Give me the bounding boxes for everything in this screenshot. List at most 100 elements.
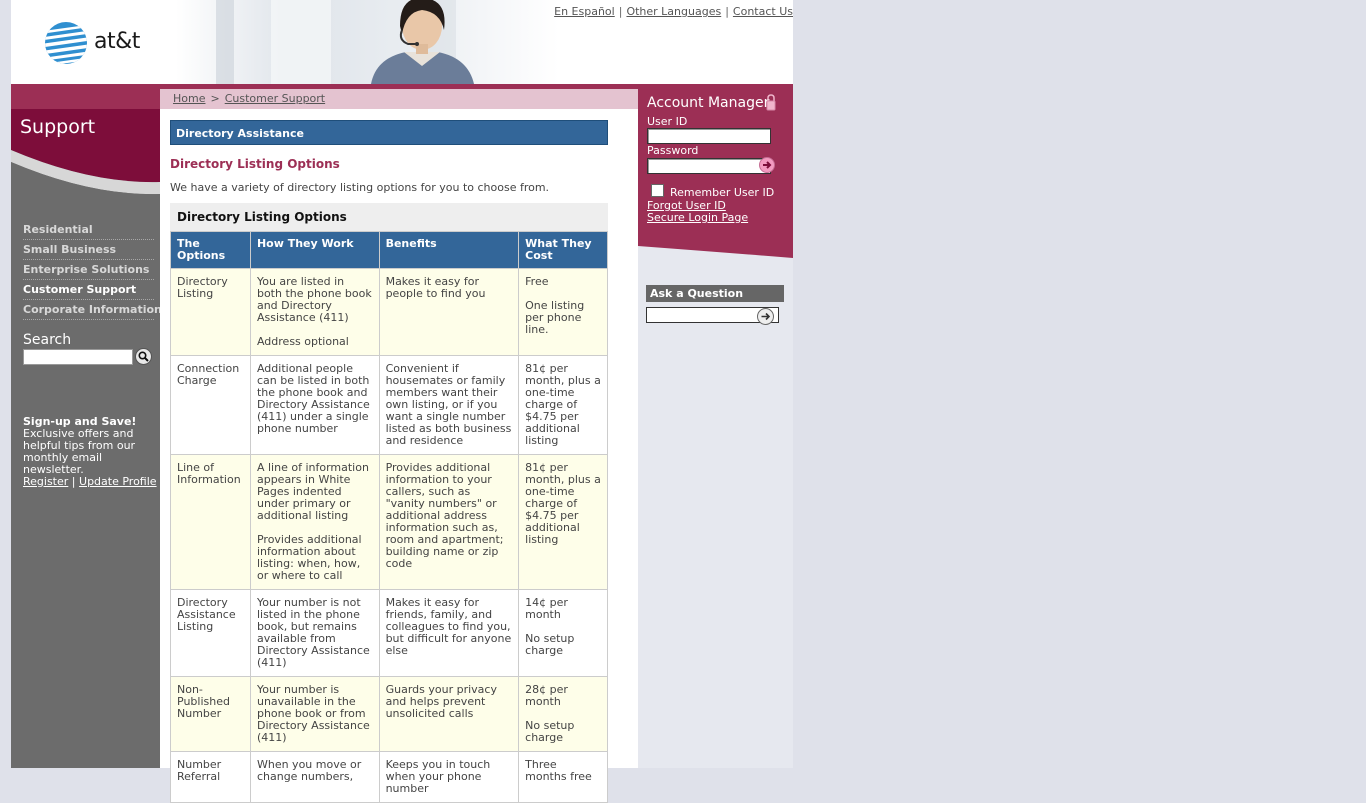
table-row: Connection Charge Additional people can … xyxy=(170,355,608,455)
lock-icon xyxy=(766,94,776,111)
cost-cell: Free One listing per phone line. xyxy=(518,268,608,356)
benefits-cell: Keeps you in touch when your phone numbe… xyxy=(378,751,520,803)
option-cell: Number Referral xyxy=(170,751,251,803)
nav-enterprise-solutions[interactable]: Enterprise Solutions xyxy=(23,260,154,280)
right-column: Account Manager User ID Password Remembe… xyxy=(638,84,793,768)
option-cell: Directory Assistance Listing xyxy=(170,589,251,677)
column-header: How They Work xyxy=(249,231,380,269)
update-profile-link[interactable]: Update Profile xyxy=(79,475,157,488)
logo-wordmark: at&t xyxy=(94,29,140,54)
intro-text: We have a variety of directory listing o… xyxy=(170,181,550,194)
login-go-button[interactable] xyxy=(759,157,775,173)
signup-text: Exclusive offers and helpful tips from o… xyxy=(23,427,136,476)
breadcrumb-bar: Home > Customer Support xyxy=(160,84,638,109)
breadcrumb-customer-support[interactable]: Customer Support xyxy=(225,92,325,105)
espanol-link[interactable]: En Español xyxy=(554,5,615,18)
magnifier-icon xyxy=(138,351,149,362)
page: at&t En Español | Other Languages | Cont… xyxy=(11,0,793,803)
user-id-input[interactable] xyxy=(647,128,771,144)
top-links: En Español | Other Languages | Contact Us xyxy=(554,5,793,18)
password-label: Password xyxy=(647,144,699,157)
nav-list: Residential Small Business Enterprise So… xyxy=(23,220,162,320)
nav-residential[interactable]: Residential xyxy=(23,220,154,240)
contact-us-link[interactable]: Contact Us xyxy=(733,5,793,18)
header: at&t En Español | Other Languages | Cont… xyxy=(11,0,793,84)
breadcrumb-home[interactable]: Home xyxy=(173,92,205,105)
column-header: What They Cost xyxy=(518,231,608,269)
search-button[interactable] xyxy=(135,348,152,365)
link-separator: | xyxy=(618,5,623,18)
how-cell: When you move or change numbers, xyxy=(249,751,380,803)
arrow-right-icon xyxy=(763,161,772,169)
benefits-cell: Convenient if housemates or family membe… xyxy=(378,355,520,455)
secure-login-link[interactable]: Secure Login Page xyxy=(647,211,748,224)
breadcrumb-separator: > xyxy=(210,92,220,105)
table-row: Line of Information A line of informatio… xyxy=(170,454,608,590)
support-title: Support xyxy=(20,116,96,138)
cell-text: No setup charge xyxy=(525,719,575,744)
ask-question-button[interactable] xyxy=(757,308,774,325)
listing-options-table-box: Directory Listing Options The Options Ho… xyxy=(170,203,608,803)
option-cell: Line of Information xyxy=(170,454,251,590)
cost-cell: 14¢ per month No setup charge xyxy=(518,589,608,677)
cell-text: A line of information appears in White P… xyxy=(256,461,369,522)
section-title-bar: Directory Assistance xyxy=(170,120,608,145)
option-cell: Directory Listing xyxy=(170,268,251,356)
support-header-graphic xyxy=(11,84,160,214)
user-id-label: User ID xyxy=(647,115,688,128)
ask-question-title: Ask a Question xyxy=(646,285,784,302)
how-cell: Your number is not listed in the phone b… xyxy=(249,589,380,677)
remember-user-checkbox[interactable] xyxy=(651,184,664,197)
table-row: Non-Published Number Your number is unav… xyxy=(170,676,608,752)
account-manager-curve xyxy=(638,236,793,260)
other-languages-link[interactable]: Other Languages xyxy=(626,5,721,18)
remember-user-label: Remember User ID xyxy=(670,186,775,199)
cell-text: Free xyxy=(525,275,549,288)
table-row: Directory Listing You are listed in both… xyxy=(170,268,608,356)
option-cell: Connection Charge xyxy=(170,355,251,455)
how-cell: A line of information appears in White P… xyxy=(249,454,380,590)
password-input[interactable] xyxy=(647,158,771,174)
cell-text: 14¢ per month xyxy=(525,596,568,621)
nav-corporate-information[interactable]: Corporate Information xyxy=(23,300,162,320)
left-nav: Support Residential Small Business Enter… xyxy=(11,84,162,768)
how-cell: Your number is unavailable in the phone … xyxy=(249,676,380,752)
listing-options-table: The Options How They Work Benefits What … xyxy=(170,231,608,803)
search-label: Search xyxy=(23,332,72,348)
nav-customer-support[interactable]: Customer Support xyxy=(23,280,154,300)
header-photo xyxy=(176,0,559,84)
att-globe-logo[interactable] xyxy=(44,21,88,65)
nav-small-business[interactable]: Small Business xyxy=(23,240,154,260)
how-cell: Additional people can be listed in both … xyxy=(249,355,380,455)
breadcrumb: Home > Customer Support xyxy=(160,89,638,109)
cell-text: One listing per phone line. xyxy=(525,299,585,336)
cost-cell: 81¢ per month, plus a one-time charge of… xyxy=(518,454,608,590)
page-heading: Directory Listing Options xyxy=(170,157,340,171)
account-manager: Account Manager User ID Password Remembe… xyxy=(638,84,793,260)
column-header: Benefits xyxy=(378,231,520,269)
option-cell: Non-Published Number xyxy=(170,676,251,752)
how-cell: You are listed in both the phone book an… xyxy=(249,268,380,356)
benefits-cell: Provides additional information to your … xyxy=(378,454,520,590)
link-separator: | xyxy=(725,5,729,18)
cell-text: Provides additional information about li… xyxy=(256,533,362,582)
signup-promo: Sign-up and Save! Exclusive offers and h… xyxy=(23,416,157,488)
register-link[interactable]: Register xyxy=(23,475,68,488)
cost-cell: 28¢ per month No setup charge xyxy=(518,676,608,752)
search-input[interactable] xyxy=(23,349,133,365)
arrow-right-icon xyxy=(761,312,771,321)
cell-text: No setup charge xyxy=(525,632,575,657)
signup-separator: | xyxy=(71,475,76,488)
account-manager-title: Account Manager xyxy=(647,95,770,111)
benefits-cell: Makes it easy for friends, family, and c… xyxy=(378,589,520,677)
cost-cell: 81¢ per month, plus a one-time charge of… xyxy=(518,355,608,455)
column-header: The Options xyxy=(170,231,251,269)
benefits-cell: Makes it easy for people to find you xyxy=(378,268,520,356)
benefits-cell: Guards your privacy and helps prevent un… xyxy=(378,676,520,752)
main-content: Directory Assistance Directory Listing O… xyxy=(160,109,638,803)
table-title: Directory Listing Options xyxy=(177,210,347,224)
table-header-row: The Options How They Work Benefits What … xyxy=(170,231,608,269)
cost-cell: Three months free xyxy=(518,751,608,803)
table-row: Number Referral When you move or change … xyxy=(170,751,608,803)
cell-text: Address optional xyxy=(256,335,349,348)
